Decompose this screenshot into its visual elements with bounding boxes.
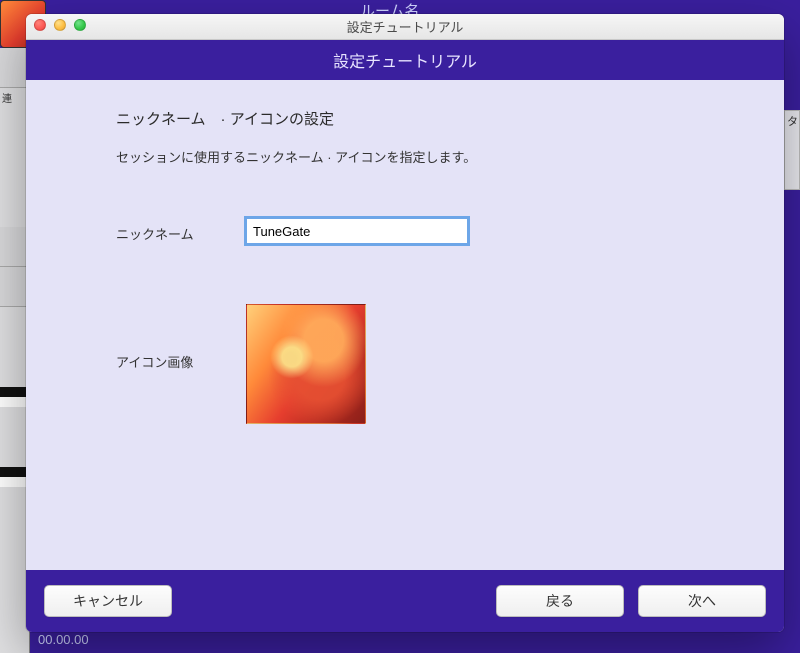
- close-icon[interactable]: [34, 19, 46, 31]
- back-button[interactable]: 戻る: [496, 585, 624, 617]
- section-heading: ニックネーム · アイコンの設定: [116, 108, 714, 129]
- dialog-header-text: 設定チュートリアル: [333, 48, 477, 72]
- background-sidebar-label: 連: [0, 88, 29, 107]
- window-controls: [34, 19, 86, 31]
- icon-row: アイコン画像: [116, 304, 714, 424]
- background-right-strip: タ: [784, 110, 800, 190]
- cancel-button[interactable]: キャンセル: [44, 585, 172, 617]
- section-description: セッションに使用するニックネーム · アイコンを指定します。: [116, 147, 714, 166]
- dialog-header: 設定チュートリアル: [26, 40, 784, 80]
- icon-label: アイコン画像: [116, 304, 246, 371]
- next-button[interactable]: 次へ: [638, 585, 766, 617]
- nickname-input[interactable]: [246, 218, 468, 244]
- nickname-label: ニックネーム: [116, 220, 246, 243]
- dialog-content: ニックネーム · アイコンの設定 セッションに使用するニックネーム · アイコン…: [26, 80, 784, 570]
- titlebar[interactable]: 設定チュートリアル: [26, 14, 784, 40]
- dialog-footer: キャンセル 戻る 次へ: [26, 570, 784, 632]
- icon-image-picker[interactable]: [246, 304, 366, 424]
- zoom-icon[interactable]: [74, 19, 86, 31]
- minimize-icon[interactable]: [54, 19, 66, 31]
- window-title: 設定チュートリアル: [26, 17, 784, 36]
- background-timer: 00.00.00: [38, 632, 89, 647]
- dialog-window: 設定チュートリアル 設定チュートリアル ニックネーム · アイコンの設定 セッシ…: [26, 14, 784, 632]
- nickname-row: ニックネーム: [116, 218, 714, 244]
